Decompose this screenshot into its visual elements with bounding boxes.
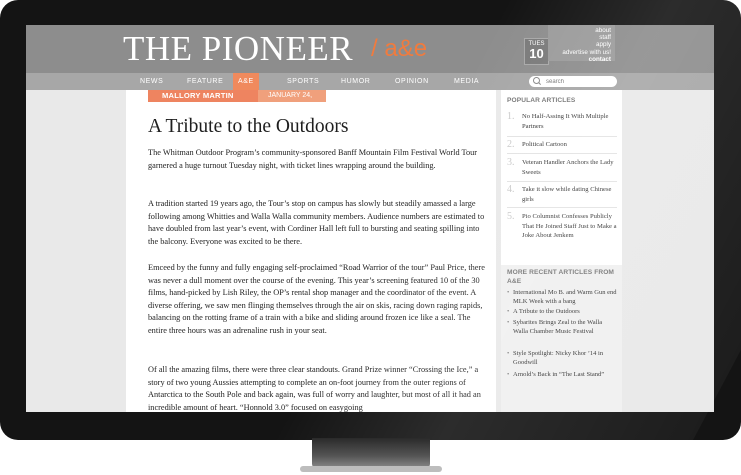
divider [507, 181, 617, 182]
contact-link[interactable]: contact [548, 56, 611, 63]
popular-link[interactable]: No Half-Assing It With Multiple Partners [522, 112, 620, 131]
browser-viewport: THE PIONEER / a&e TUES 10 about staff ap… [26, 25, 714, 412]
recent-article-link[interactable]: International Mo B. and Warm Gun end MLK… [507, 289, 618, 306]
monitor-frame: THE PIONEER / a&e TUES 10 about staff ap… [0, 0, 741, 440]
recent-article-link[interactable]: Style Spotlight: Nicky Khor ’14 in Goodw… [507, 350, 618, 367]
recent-articles-box: MORE RECENT ARTICLES FROM A&E Internatio… [501, 265, 622, 412]
recent-article-link[interactable]: Arnold’s Back in “The Last Stand” [507, 371, 618, 380]
site-header: THE PIONEER / a&e TUES 10 about staff ap… [26, 25, 714, 73]
nav-item-feature[interactable]: FEATURE [187, 73, 223, 90]
search-input[interactable] [546, 76, 612, 87]
nav-item-opinion[interactable]: OPINION [395, 73, 429, 90]
apply-link[interactable]: apply [548, 41, 611, 48]
nav-item-news[interactable]: NEWS [140, 73, 163, 90]
nav-item-sports[interactable]: SPORTS [287, 73, 319, 90]
article-paragraph: A tradition started 19 years ago, the To… [148, 199, 485, 246]
popular-link[interactable]: Take it slow while dating Chinese girls [522, 185, 620, 204]
divider [507, 136, 617, 137]
nav-item-humor[interactable]: HUMOR [341, 73, 370, 90]
article-title: A Tribute to the Outdoors [148, 116, 349, 137]
article-paragraph: The Whitman Outdoor Program’s community-… [148, 148, 478, 170]
article-paragraph: Emceed by the funny and fully engaging s… [148, 263, 485, 335]
date-badge: TUES 10 [524, 38, 549, 65]
popular-link[interactable]: Veteran Handler Anchors the Lady Sweets [522, 158, 620, 177]
recent-article-link[interactable]: A Tribute to the Outdoors [507, 308, 618, 317]
author-tag[interactable]: MALLORY MARTIN [148, 90, 258, 102]
nav-item-ae[interactable]: A&E [233, 73, 259, 90]
popular-link[interactable]: Political Cartoon [522, 140, 620, 150]
article-column: MALLORY MARTIN JANUARY 24, 2013 A Tribut… [126, 90, 496, 412]
main-nav: NEWS FEATURE A&E SPORTS HUMOR OPINION ME… [26, 73, 714, 90]
date-tag: JANUARY 24, 2013 [258, 90, 326, 111]
monitor-stand-base [300, 466, 442, 472]
popular-rank: 1. [507, 111, 515, 122]
staff-link[interactable]: staff [548, 34, 611, 41]
search-box[interactable] [529, 76, 617, 87]
popular-rank: 2. [507, 139, 515, 150]
section-logo[interactable]: / a&e [371, 35, 427, 63]
sidebar: POPULAR ARTICLES 1. No Half-Assing It Wi… [501, 90, 622, 412]
popular-rank: 3. [507, 157, 515, 168]
date-number: 10 [529, 46, 544, 61]
site-logo[interactable]: THE PIONEER [123, 29, 353, 69]
header-links: about staff apply advertise with us! con… [548, 25, 615, 63]
recent-article-link[interactable]: Sybarites Brings Zeal to the Walla Walla… [507, 319, 618, 336]
advertise-link[interactable]: advertise with us! [548, 49, 611, 56]
divider [507, 153, 617, 154]
nav-item-media[interactable]: MEDIA [454, 73, 479, 90]
monitor-stand [312, 438, 430, 468]
recent-heading: MORE RECENT ARTICLES FROM A&E [507, 269, 615, 285]
divider [507, 207, 617, 208]
popular-rank: 4. [507, 184, 515, 195]
search-icon [533, 77, 540, 84]
about-link[interactable]: about [548, 27, 611, 34]
popular-rank: 5. [507, 211, 515, 222]
article-paragraph: Of all the amazing films, there were thr… [148, 365, 481, 412]
popular-link[interactable]: Pio Columnist Confesses Publicly That He… [522, 212, 620, 241]
popular-heading: POPULAR ARTICLES [507, 97, 576, 104]
